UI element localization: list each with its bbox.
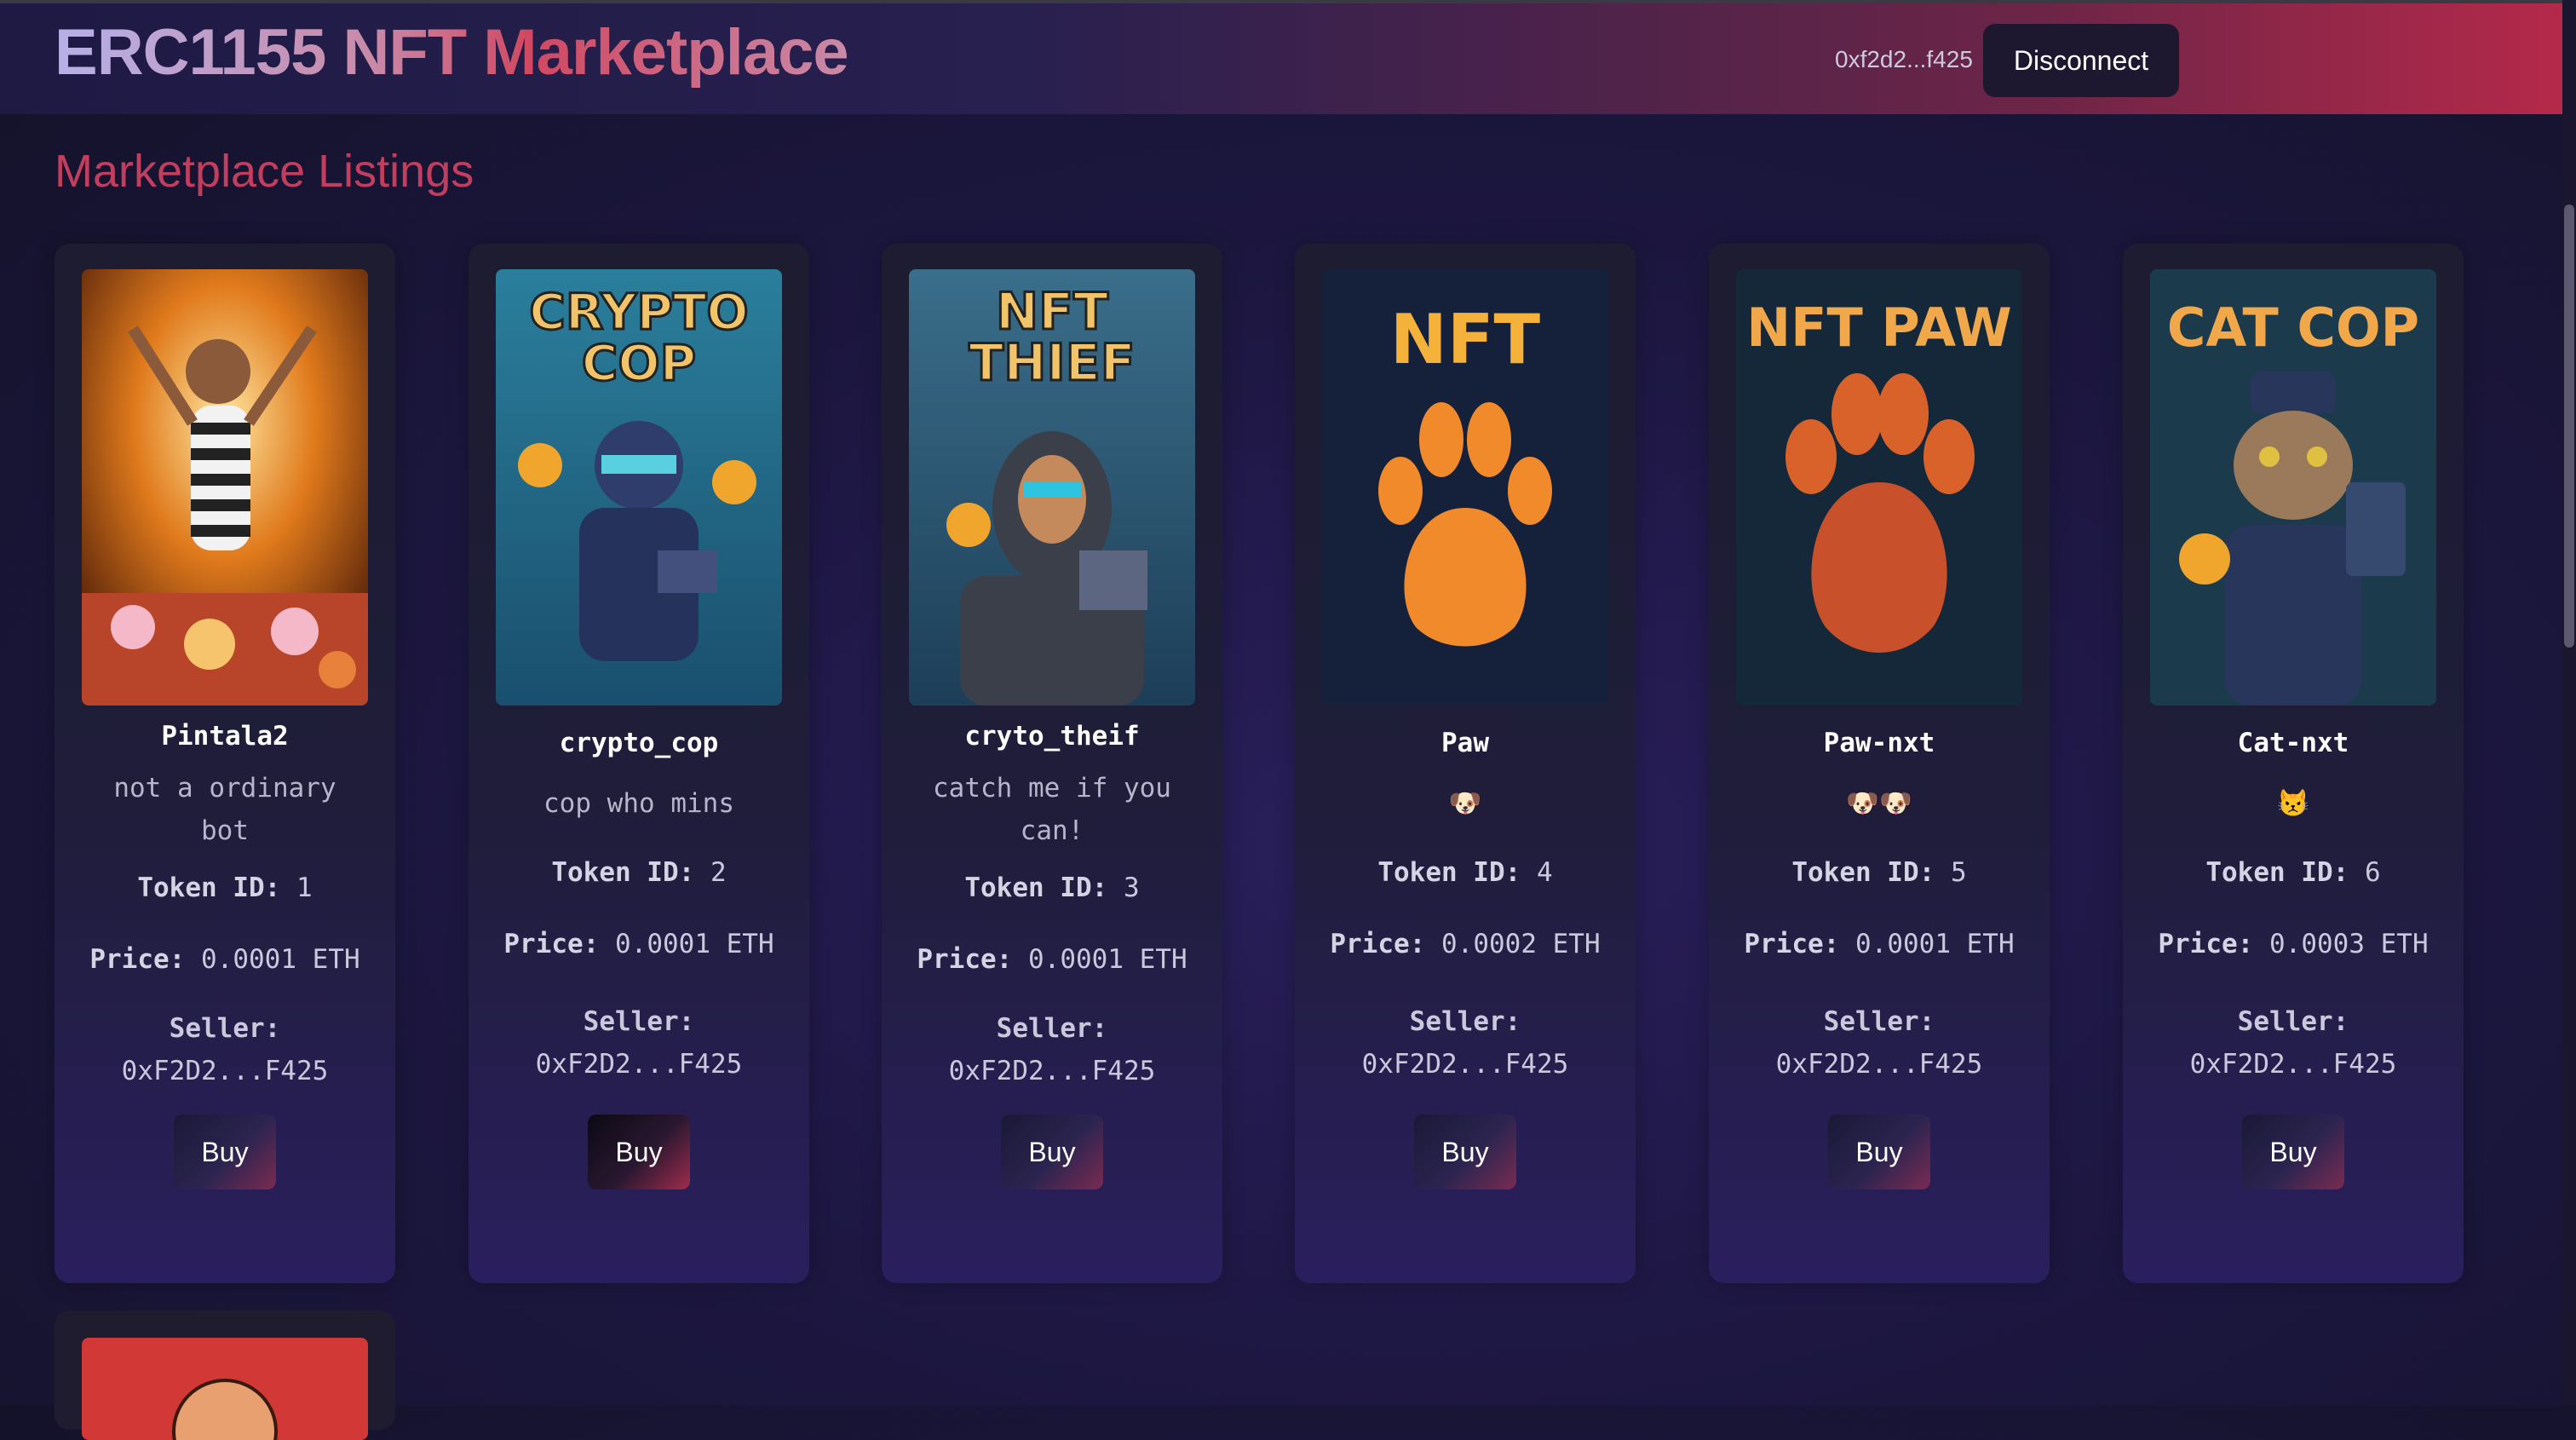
listing-image — [82, 1338, 368, 1440]
price-label: Price: — [917, 944, 1013, 975]
listing-description: 😾 — [2276, 788, 2310, 819]
seller-label: Seller: — [1823, 1006, 1935, 1037]
token-id: Token ID: 5 — [1726, 857, 2033, 888]
seller-value: 0xF2D2...F425 — [121, 1056, 329, 1086]
app-header: ERC1155 NFT Marketplace 0xf2d2...f425 Di… — [0, 0, 2562, 114]
striped-monkey-image — [82, 269, 368, 706]
listing-name: Paw — [1441, 728, 1489, 758]
price-label: Price: — [2158, 929, 2254, 959]
seller-label: Seller: — [583, 1006, 695, 1037]
token-id-value: 2 — [710, 857, 727, 888]
buy-button[interactable]: Buy — [1828, 1115, 1930, 1189]
listing-description: catch me if you can! — [933, 773, 1171, 846]
listing-name: Cat-nxt — [2237, 728, 2349, 758]
token-id-value: 6 — [2364, 857, 2381, 888]
listing-name: cryto_theif — [964, 721, 1140, 752]
price-value: 0.0001 ETH — [1028, 944, 1187, 975]
token-id-value: 4 — [1536, 857, 1553, 888]
price-label: Price: — [503, 929, 600, 959]
app-title: ERC1155 NFT Marketplace — [55, 16, 849, 89]
scrollbar-thumb[interactable] — [2564, 204, 2574, 648]
image-text: NFT PAW — [1746, 297, 2011, 359]
price-value: 0.0002 ETH — [1441, 929, 1601, 959]
seller-value: 0xF2D2...F425 — [948, 1056, 1156, 1086]
listing-name: Paw-nxt — [1823, 728, 1935, 758]
token-id: Token ID: 6 — [2140, 857, 2447, 888]
listing-card-1: Pintala2 not a ordinary bot Token ID: 1 … — [55, 244, 395, 1283]
token-id: Token ID: 2 — [486, 857, 792, 888]
listing-card-7 — [55, 1310, 395, 1440]
price-label: Price: — [89, 944, 186, 975]
price: Price: 0.0001 ETH — [486, 929, 792, 959]
seller-value: 0xF2D2...F425 — [1361, 1049, 1569, 1080]
price: Price: 0.0001 ETH — [72, 944, 378, 975]
listing-description: 🐶 — [1448, 788, 1482, 819]
buy-button[interactable]: Buy — [2242, 1115, 2344, 1189]
price: Price: 0.0003 ETH — [2140, 929, 2447, 959]
token-id-label: Token ID: — [964, 873, 1108, 903]
token-id-value: 5 — [1950, 857, 1967, 888]
seller-label: Seller: — [2237, 1006, 2349, 1037]
price-value: 0.0001 ETH — [615, 929, 774, 959]
section-title: Marketplace Listings — [55, 146, 474, 197]
price-label: Price: — [1744, 929, 1840, 959]
listing-description: not a ordinary bot — [113, 773, 336, 846]
listing-name: Pintala2 — [161, 721, 289, 752]
buy-button[interactable]: Buy — [174, 1115, 276, 1189]
seller: Seller: 0xF2D2...F425 — [2140, 1000, 2447, 1086]
crypto-cop-image: CRYPTO COP — [496, 269, 782, 706]
nft-thief-image: NFT THIEF — [909, 269, 1195, 706]
token-id-value: 3 — [1123, 873, 1140, 903]
seller-value: 0xF2D2...F425 — [2189, 1049, 2397, 1080]
price: Price: 0.0002 ETH — [1312, 929, 1619, 959]
listing-card-5: NFT PAW Paw-nxt 🐶🐶 Token ID: 5 Price: 0.… — [1709, 244, 2050, 1283]
listing-card-6: CAT COP Cat-nxt 😾 Token ID: 6 Price: 0.0… — [2123, 244, 2464, 1283]
buy-button[interactable]: Buy — [1001, 1115, 1103, 1189]
buy-button[interactable]: Buy — [1414, 1115, 1516, 1189]
seller: Seller: 0xF2D2...F425 — [1312, 1000, 1619, 1086]
seller: Seller: 0xF2D2...F425 — [1726, 1000, 2033, 1086]
buy-button[interactable]: Buy — [588, 1115, 690, 1189]
image-text: CAT COP — [2167, 297, 2419, 359]
price-label: Price: — [1330, 929, 1426, 959]
token-id: Token ID: 4 — [1312, 857, 1619, 888]
token-id-label: Token ID: — [1791, 857, 1935, 888]
listing-card-2: CRYPTO COP crypto_cop cop who mins Token… — [469, 244, 809, 1283]
listing-description: 🐶🐶 — [1846, 788, 1912, 819]
token-id-value: 1 — [296, 873, 313, 903]
image-text-line-2: COP — [582, 334, 696, 392]
token-id-label: Token ID: — [2205, 857, 2349, 888]
image-text-line-1: CRYPTO — [529, 283, 748, 341]
price-value: 0.0003 ETH — [2269, 929, 2429, 959]
wallet-address: 0xf2d2...f425 — [1835, 46, 1973, 72]
listing-card-3: NFT THIEF cryto_theif catch me if you ca… — [882, 244, 1222, 1283]
price: Price: 0.0001 ETH — [899, 944, 1205, 975]
token-id: Token ID: 3 — [899, 873, 1205, 903]
listing-name: crypto_cop — [559, 728, 719, 758]
token-id-label: Token ID: — [1377, 857, 1521, 888]
price-value: 0.0001 ETH — [201, 944, 360, 975]
image-text: NFT — [1390, 300, 1541, 379]
listing-card-4: NFT Paw 🐶 Token ID: 4 Price: 0.0002 ETH … — [1295, 244, 1636, 1283]
token-id-label: Token ID: — [137, 873, 281, 903]
price: Price: 0.0001 ETH — [1726, 929, 2033, 959]
nft-paw-image: NFT — [1322, 269, 1608, 706]
seller-label: Seller: — [169, 1013, 281, 1044]
seller: Seller: 0xF2D2...F425 — [486, 1000, 792, 1086]
seller-label: Seller: — [996, 1013, 1108, 1044]
image-text-line-2: THIEF — [969, 333, 1135, 393]
seller-label: Seller: — [1409, 1006, 1521, 1037]
seller-value: 0xF2D2...F425 — [1775, 1049, 1983, 1080]
seller-value: 0xF2D2...F425 — [535, 1049, 743, 1080]
disconnect-button[interactable]: Disconnect — [1983, 24, 2179, 97]
seller: Seller: 0xF2D2...F425 — [899, 1007, 1205, 1092]
token-id-label: Token ID: — [551, 857, 695, 888]
listing-description: cop who mins — [543, 788, 734, 819]
price-value: 0.0001 ETH — [1855, 929, 2015, 959]
seller: Seller: 0xF2D2...F425 — [72, 1007, 378, 1092]
cat-cop-image: CAT COP — [2150, 269, 2436, 706]
nft-paw-red-image: NFT PAW — [1736, 269, 2022, 706]
token-id: Token ID: 1 — [72, 873, 378, 903]
